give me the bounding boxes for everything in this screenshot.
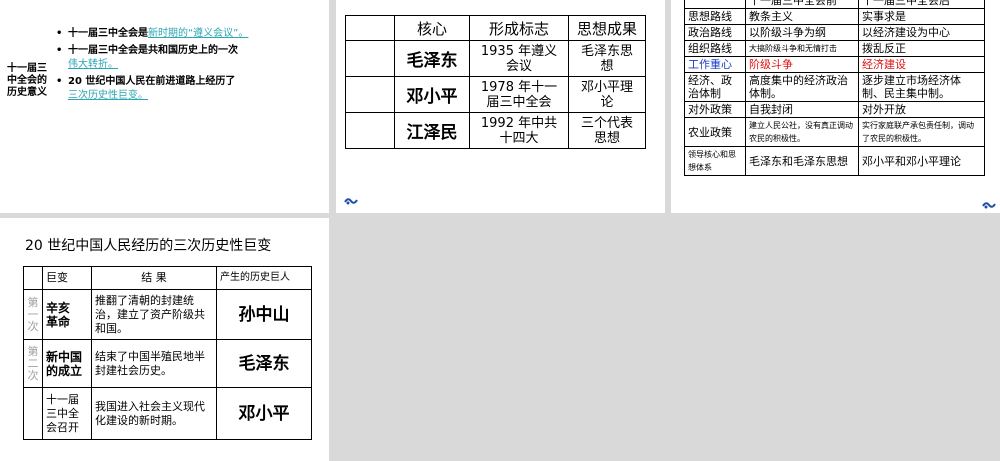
table-row: 农业政策 建立人民公社，没有真正调动农民的积极性。 实行家庭联产承包责任制，调动… — [684, 117, 985, 147]
header-core: 核心 — [394, 15, 470, 41]
table-row: 思想路线 教条主义 实事求是 — [684, 8, 985, 25]
table-row: 组织路线 大搞阶级斗争和无情打击 拨乱反正 — [684, 40, 985, 57]
comparison-table: 十一届三中全会前 十一届三中全会后 思想路线 教条主义 实事求是 政治路线 以阶… — [684, 0, 985, 176]
header-result: 思想成果 — [568, 15, 646, 41]
changes-table: 巨变 结 果 产生的历史巨人 第一次 辛亥 革命 推翻了清朝的封建统治，建立了资产… — [23, 266, 312, 440]
table-row: 十一届 三中全 会召开 我国进入社会主义现代化建设的新时期。 邓小平 — [23, 387, 312, 440]
table-row: 工作重心 阶级斗争 经济建设 — [684, 56, 985, 73]
slide-three-changes: 20 世纪中国人民经历的三次历史性巨变 巨变 结 果 产生的历史巨人 第一次 辛… — [0, 218, 329, 461]
table-row: 经济、政治体制 高度集中的经济政治体制。 逐步建立市场经济体制、民主集中制。 — [684, 72, 985, 102]
slide-significance: 十一届三 中全会的 历史意义 十一届三中全会是新时期的“遵义会议”。 十一届三中… — [0, 0, 329, 213]
significance-list: 十一届三中全会是新时期的“遵义会议”。 十一届三中全会是共和国历史上的一次伟大转… — [56, 27, 324, 106]
table-row: 十一届三中全会前 十一届三中全会后 — [684, 0, 985, 9]
list-item: 十一届三中全会是新时期的“遵义会议”。 — [56, 27, 324, 41]
swirl-nav-icon[interactable] — [344, 196, 358, 206]
table-row: 第一次 辛亥 革命 推翻了清朝的封建统治，建立了资产阶级共和国。 孙中山 — [23, 289, 312, 340]
highlight-link[interactable]: 新时期的“遵义会议” — [148, 28, 238, 39]
list-item: 十一届三中全会是共和国历史上的一次伟大转折。 — [56, 44, 324, 72]
slide-leaders: 核心 形成标志 思想成果 毛泽东 1935 年遵义 会议 毛泽东思想 邓小平 19… — [336, 0, 665, 213]
slide-title: 20 世纪中国人民经历的三次历史性巨变 — [25, 238, 272, 254]
header-mark: 形成标志 — [469, 15, 569, 41]
table-row: 邓小平 1978 年十一 届三中全会 邓小平理论 — [345, 76, 646, 113]
leaders-table: 核心 形成标志 思想成果 毛泽东 1935 年遵义 会议 毛泽东思想 邓小平 19… — [345, 15, 646, 149]
highlight-link[interactable]: 伟大转折 — [68, 59, 108, 70]
list-item: 20 世纪中国人民在前进道路上经历了三次历史性巨变。 — [56, 75, 324, 103]
table-row: 领导核心和思想体系 毛泽东和毛泽东思想 邓小平和邓小平理论 — [684, 146, 985, 176]
table-row: 政治路线 以阶级斗争为纲 以经济建设为中心 — [684, 24, 985, 41]
swirl-nav-icon[interactable] — [982, 200, 996, 210]
table-row: 毛泽东 1935 年遵义 会议 毛泽东思想 — [345, 40, 646, 77]
table-row: 对外政策 自我封闭 对外开放 — [684, 101, 985, 118]
slide-comparison: 十一届三中全会前 十一届三中全会后 思想路线 教条主义 实事求是 政治路线 以阶… — [671, 0, 1000, 213]
table-row: 江泽民 1992 年中共 十四大 三个代表 思想 — [345, 112, 646, 149]
table-row: 巨变 结 果 产生的历史巨人 — [23, 266, 312, 290]
table-row: 第二次 新中国 的成立 结束了中国半殖民地半封建社会历史。 毛泽东 — [23, 339, 312, 388]
side-label: 十一届三 中全会的 历史意义 — [7, 63, 47, 98]
highlight-link[interactable]: 三次历史性巨变 — [68, 90, 138, 101]
